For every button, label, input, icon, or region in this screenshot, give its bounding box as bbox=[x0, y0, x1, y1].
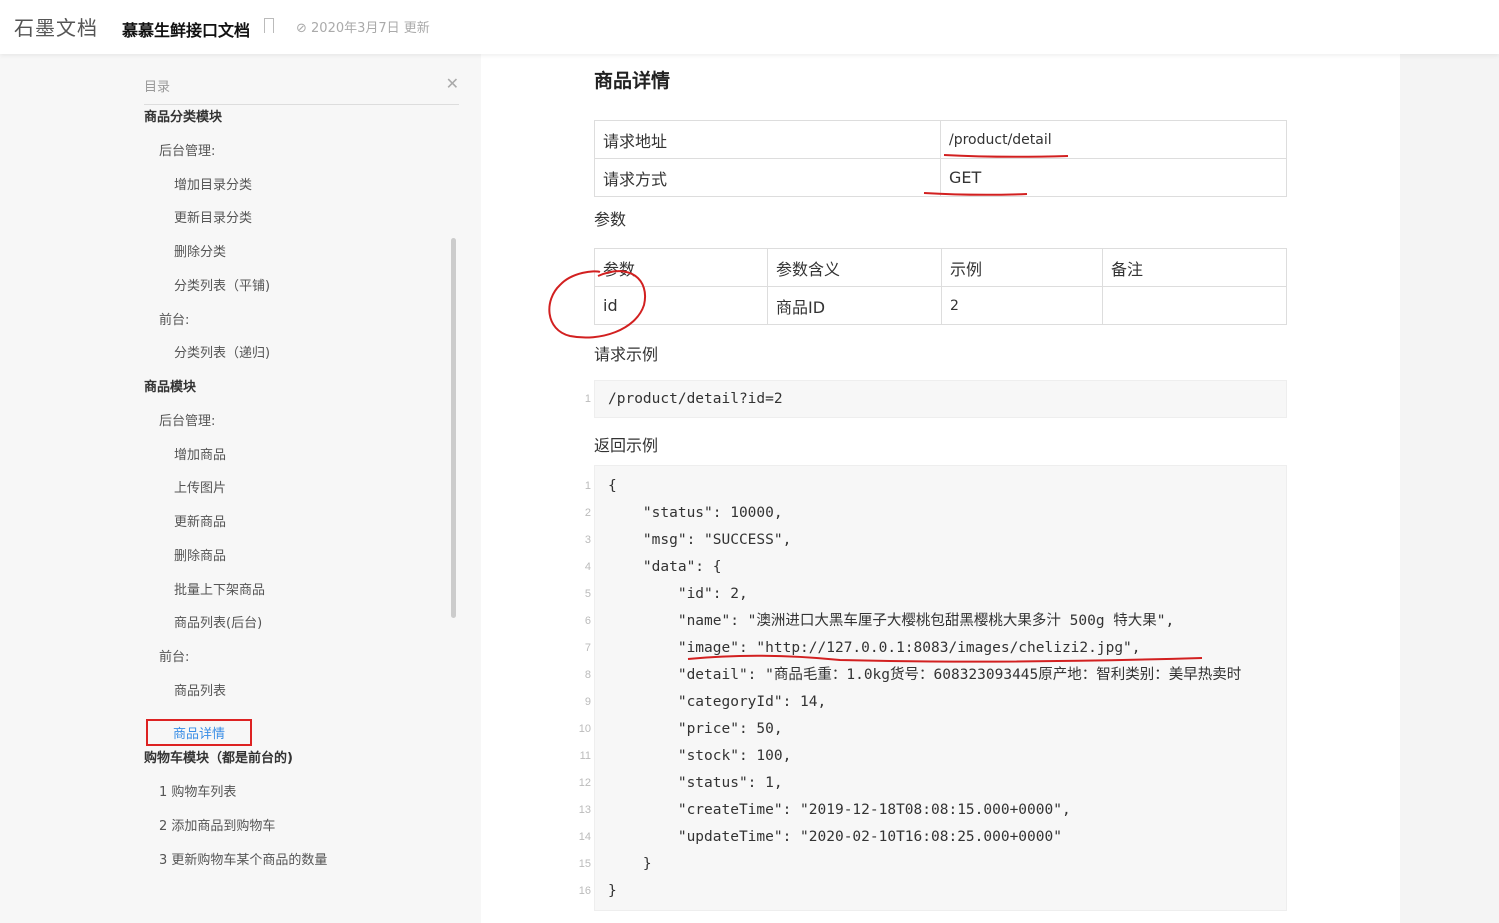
toc-item[interactable]: 增加商品 bbox=[174, 444, 226, 463]
header-cell: 示例 bbox=[941, 248, 1103, 287]
line-number: 5 bbox=[584, 588, 591, 600]
toc-item[interactable]: 商品分类模块 bbox=[144, 106, 222, 125]
toc-item[interactable]: 更新商品 bbox=[174, 511, 226, 530]
close-icon[interactable]: ✕ bbox=[446, 74, 459, 93]
line-number: 8 bbox=[584, 669, 591, 681]
line-number: 14 bbox=[578, 831, 591, 843]
code-line: "msg": "SUCCESS", bbox=[608, 532, 792, 548]
line-number: 4 bbox=[584, 561, 591, 573]
toc-item[interactable]: 3 更新购物车某个商品的数量 bbox=[159, 849, 327, 868]
toc-item[interactable]: 上传图片 bbox=[174, 477, 226, 496]
code-line: "price": 50, bbox=[608, 721, 783, 737]
request-code-block[interactable]: 1 /product/detail?id=2 bbox=[585, 380, 1287, 418]
code-line: "id": 2, bbox=[608, 586, 748, 602]
page-title: 商品详情 bbox=[594, 70, 671, 92]
table-row: 请求地址/product/detail bbox=[594, 120, 1287, 159]
table-header-row: 参数 参数含义 示例 备注 bbox=[594, 248, 1287, 287]
toc-item[interactable]: 前台: bbox=[159, 646, 189, 665]
code-line: "createTime": "2019-12-18T08:08:15.000+0… bbox=[608, 802, 1071, 818]
code-line: } bbox=[608, 856, 652, 872]
line-number: 15 bbox=[578, 858, 591, 870]
line-number: 3 bbox=[584, 534, 591, 546]
check-circle-icon: ⊘ bbox=[296, 21, 312, 36]
toc-item[interactable]: 删除分类 bbox=[174, 241, 226, 260]
line-number: 11 bbox=[579, 750, 591, 762]
params-label: 参数 bbox=[594, 210, 627, 229]
line-number: 13 bbox=[578, 804, 591, 816]
toc-item[interactable]: 删除商品 bbox=[174, 545, 226, 564]
line-number: 1 bbox=[584, 480, 591, 492]
toc-title: 目录 bbox=[144, 80, 171, 95]
params-table: 参数 参数含义 示例 备注 id 商品ID 2 bbox=[594, 248, 1287, 325]
top-bar: 石墨文档 慕慕生鲜接口文档 ⊘ 2020年3月7日 更新 bbox=[0, 0, 1499, 54]
code-line: "stock": 100, bbox=[608, 748, 792, 764]
code-line: "status": 1, bbox=[608, 775, 783, 791]
toc-header: 目录 ✕ bbox=[144, 74, 459, 105]
code-line: "status": 10000, bbox=[608, 505, 783, 521]
cell: 请求方式 bbox=[594, 158, 941, 197]
cell: 请求地址 bbox=[594, 120, 941, 159]
cell: GET bbox=[940, 158, 1287, 197]
line-number: 2 bbox=[584, 507, 591, 519]
code-line: "updateTime": "2020-02-10T16:08:25.000+0… bbox=[608, 829, 1062, 845]
code-line: "data": { bbox=[608, 559, 722, 575]
line-number: 12 bbox=[578, 777, 591, 789]
info-table: 请求地址/product/detail 请求方式 GET bbox=[594, 120, 1287, 197]
toc-item[interactable]: 商品模块 bbox=[144, 376, 196, 395]
line-number: 9 bbox=[584, 696, 591, 708]
header-cell: 参数含义 bbox=[767, 248, 942, 287]
line-number: 6 bbox=[584, 615, 591, 627]
cell bbox=[1102, 286, 1287, 325]
line-number: 7 bbox=[584, 642, 591, 654]
toc-item[interactable]: 购物车模块（都是前台的) bbox=[144, 747, 293, 766]
document-page: 商品详情 请求地址/product/detail 请求方式 GET 参数 参数 参… bbox=[481, 54, 1400, 923]
toc-scrollbar[interactable] bbox=[451, 238, 456, 618]
updated-text: 2020年3月7日 更新 bbox=[311, 21, 430, 36]
line-number: 1 bbox=[584, 393, 591, 405]
response-example-label: 返回示例 bbox=[594, 436, 659, 455]
request-example-label: 请求示例 bbox=[594, 345, 659, 364]
table-row: 请求方式 GET bbox=[594, 158, 1287, 197]
cell: /product/detail bbox=[940, 120, 1287, 159]
code-line: "name": "澳洲进口大黑车厘子大樱桃包甜黑樱桃大果多汁 500g 特大果"… bbox=[608, 613, 1175, 629]
toc-item[interactable]: 后台管理: bbox=[159, 410, 215, 429]
code-line: } bbox=[608, 883, 617, 899]
cell: id bbox=[594, 286, 768, 325]
table-row: id 商品ID 2 bbox=[594, 286, 1287, 325]
shimo-logo[interactable]: 石墨文档 bbox=[14, 12, 98, 41]
updated-status: ⊘ 2020年3月7日 更新 bbox=[296, 17, 430, 36]
code-line: "detail": "商品毛重：1.0kg货号：608323093445原产地：… bbox=[608, 667, 1242, 683]
code-line: /product/detail?id=2 bbox=[608, 391, 783, 407]
toc-item[interactable]: 分类列表（平铺) bbox=[174, 275, 270, 294]
line-number: 10 bbox=[578, 723, 591, 735]
header-cell: 备注 bbox=[1102, 248, 1287, 287]
header-cell: 参数 bbox=[594, 248, 768, 287]
toc-sidebar: 目录 ✕ 商品分类模块后台管理: 增加目录分类 更新目录分类 删除分类分类列表（平铺)… bbox=[0, 54, 481, 923]
toc-item[interactable]: 商品列表 bbox=[174, 680, 226, 699]
bookmark-icon[interactable] bbox=[264, 18, 274, 33]
response-code-block[interactable]: 1 {2 "status": 10000, 3 "msg": "SUCCESS", 4… bbox=[579, 465, 1287, 911]
toc-item[interactable]: 商品列表(后台) bbox=[174, 612, 262, 631]
toc-item[interactable]: 更新目录分类 bbox=[174, 207, 252, 226]
toc-item[interactable]: 前台: bbox=[159, 309, 189, 328]
toc-item[interactable]: 批量上下架商品 bbox=[174, 579, 265, 598]
toc-item[interactable]: 1 购物车列表 bbox=[159, 781, 236, 800]
cell: 商品ID bbox=[767, 286, 942, 325]
code-line: "categoryId": 14, bbox=[608, 694, 827, 710]
code-line: { bbox=[608, 478, 617, 494]
doc-title[interactable]: 慕慕生鲜接口文档 bbox=[122, 17, 250, 41]
toc-item[interactable]: 商品详情 bbox=[145, 719, 253, 746]
toc-item[interactable]: 后台管理: bbox=[159, 140, 215, 159]
toc-item[interactable]: 2 添加商品到购物车 bbox=[159, 815, 275, 834]
toc-item[interactable]: 增加目录分类 bbox=[174, 174, 252, 193]
code-line: "image": "http://127.0.0.1:8083/images/c… bbox=[608, 640, 1141, 656]
line-number: 16 bbox=[578, 885, 591, 897]
cell: 2 bbox=[941, 286, 1103, 325]
toc-item[interactable]: 分类列表（递归) bbox=[174, 342, 270, 361]
